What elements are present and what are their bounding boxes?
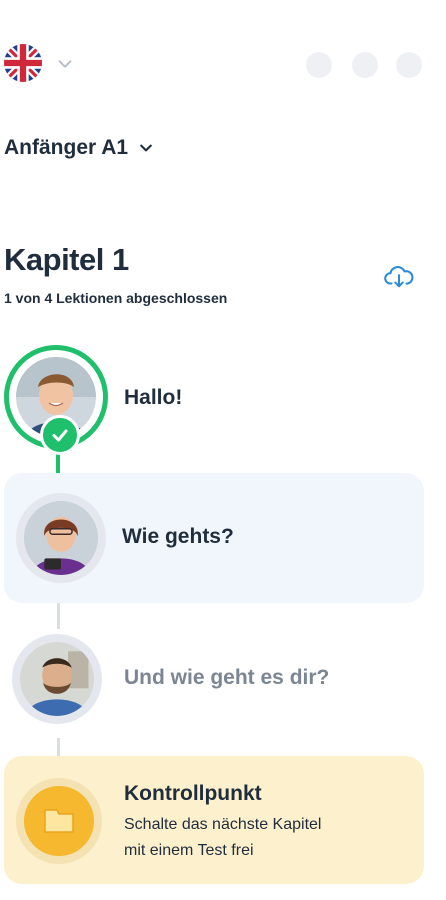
lesson-item-und-wie-geht-es-dir[interactable]: Und wie geht es dir? (4, 628, 424, 738)
checkpoint-badge (24, 786, 94, 856)
lesson-avatar-ring (12, 634, 102, 724)
lesson-title: Hallo! (124, 386, 183, 409)
lesson-item-hallo[interactable]: Hallo! (4, 345, 424, 455)
avatar (24, 501, 98, 575)
lesson-item-wie-gehts[interactable]: Wie gehts? (4, 473, 424, 603)
avatar (20, 642, 94, 716)
checkpoint-card[interactable]: Kontrollpunkt Schalte das nächste Kapite… (4, 756, 424, 884)
checkpoint-description-line2: mit einem Test frei (124, 842, 254, 859)
completed-badge (40, 415, 80, 455)
checkpoint-icon-ring (16, 778, 102, 864)
header-action-1[interactable] (306, 52, 332, 78)
checkpoint-description-line1: Schalte das nächste Kapitel (124, 816, 322, 833)
person-avatar-icon (24, 501, 98, 575)
level-label: Anfänger A1 (4, 136, 129, 159)
cloud-download-icon[interactable] (384, 264, 414, 290)
path-connector (57, 738, 60, 758)
header-action-2[interactable] (352, 52, 378, 78)
path-connector (57, 603, 60, 629)
lesson-avatar-ring (16, 493, 106, 583)
language-flag-button[interactable] (4, 44, 42, 82)
chapter-title: Kapitel 1 (4, 242, 129, 277)
chevron-down-icon (140, 144, 152, 152)
chapter-progress: 1 von 4 Lektionen abgeschlossen (4, 290, 228, 306)
chevron-down-icon[interactable] (56, 55, 74, 73)
header-action-3[interactable] (396, 52, 422, 78)
path-connector-completed (56, 452, 60, 474)
person-avatar-icon (20, 642, 94, 716)
lesson-title: Wie gehts? (122, 525, 234, 548)
level-selector[interactable]: Anfänger A1 (4, 136, 154, 160)
uk-flag-icon (4, 44, 42, 82)
flag-icon (44, 809, 74, 833)
checkpoint-title: Kontrollpunkt (124, 782, 262, 805)
checkmark-icon (52, 429, 68, 442)
lesson-title: Und wie geht es dir? (124, 666, 330, 689)
